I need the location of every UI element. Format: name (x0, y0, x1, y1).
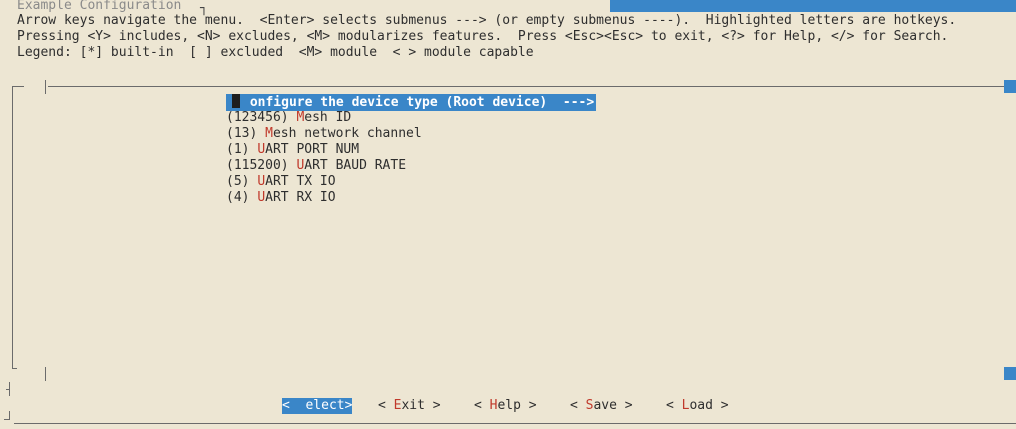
menu-item-label: ART BAUD RATE (304, 158, 407, 173)
menu-item-label: ART TX IO (265, 174, 336, 189)
button-bracket: < (282, 398, 298, 413)
button-bracket: < (666, 398, 682, 413)
menu-item-label: ART PORT NUM (265, 142, 360, 157)
scrollbar-top-thumb[interactable] (1004, 80, 1016, 93)
button-label: xit (401, 398, 425, 413)
menu-item-label: onfigure the device type (Root device) -… (249, 95, 595, 110)
button-label: elect (305, 398, 345, 413)
exit-button[interactable]: < Exit > (378, 398, 441, 414)
hotkey-letter: U (257, 174, 266, 189)
menu-item-uart-rx[interactable]: (4) UART RX IO (226, 190, 336, 206)
menu-item-mesh-channel[interactable]: (13) Mesh network channel (226, 126, 422, 142)
frame-top-edge (48, 86, 1004, 87)
button-area-left-tick-h (6, 389, 10, 390)
button-label: ave (593, 398, 617, 413)
frame-bottom-edge (14, 423, 1016, 424)
help-line-keys: Pressing <Y> includes, <N> excludes, <M>… (17, 29, 949, 44)
help-line-legend: Legend: [*] built-in [ ] excluded <M> mo… (17, 45, 534, 60)
button-bracket: > (712, 398, 729, 413)
hotkey-letter: C (242, 95, 250, 110)
hotkey-letter: U (257, 190, 266, 205)
menu-item-value: (5) (226, 174, 258, 189)
button-label: elp (497, 398, 521, 413)
button-bracket: > (616, 398, 633, 413)
bottom-left-corner-h (4, 419, 10, 420)
menu-item-label: ART RX IO (265, 190, 336, 205)
menu-item-value: (1) (226, 142, 258, 157)
select-button[interactable]: < Select> (282, 398, 353, 414)
cursor-block (232, 94, 240, 108)
button-bracket: < (378, 398, 394, 413)
window-title: Example Configuration (17, 0, 182, 13)
frame-left-edge (12, 86, 13, 368)
load-button[interactable]: < Load > (666, 398, 729, 414)
scroll-top-marker (45, 80, 46, 94)
menu-item-value: (4) (226, 190, 258, 205)
menu-item-value: (115200) (226, 158, 297, 173)
button-bracket: < (570, 398, 586, 413)
menu-item-value: (123456) (226, 110, 297, 125)
menu-item-configure-device-type[interactable]: Configure the device type (Root device) … (226, 94, 597, 111)
button-bracket: < (474, 398, 490, 413)
button-bracket: > (424, 398, 441, 413)
hotkey-letter: U (257, 142, 266, 157)
help-button[interactable]: < Help > (474, 398, 537, 414)
scrollbar-bottom-thumb[interactable] (1004, 367, 1016, 380)
menu-item-uart-port[interactable]: (1) UART PORT NUM (226, 142, 359, 158)
menu-item-uart-tx[interactable]: (5) UART TX IO (226, 174, 336, 190)
title-bar-highlight (610, 0, 1016, 12)
button-bracket: > (520, 398, 537, 413)
hotkey-letter: M (265, 126, 273, 141)
save-button[interactable]: < Save > (570, 398, 633, 414)
menu-item-mesh-id[interactable]: (123456) Mesh ID (226, 110, 351, 126)
help-line-navigation: Arrow keys navigate the menu. <Enter> se… (17, 13, 957, 28)
menu-item-uart-baud[interactable]: (115200) UART BAUD RATE (226, 158, 406, 174)
frame-top-left-edge (12, 86, 24, 87)
button-bracket: > (344, 398, 353, 413)
menu-item-value: (13) (226, 126, 266, 141)
scroll-bottom-marker (45, 367, 46, 381)
bottom-left-corner (9, 411, 10, 419)
menu-item-label: esh ID (304, 110, 352, 125)
button-label: oad (689, 398, 713, 413)
menu-item-label: esh network channel (272, 126, 422, 141)
frame-bottom-left-corner (12, 368, 17, 369)
